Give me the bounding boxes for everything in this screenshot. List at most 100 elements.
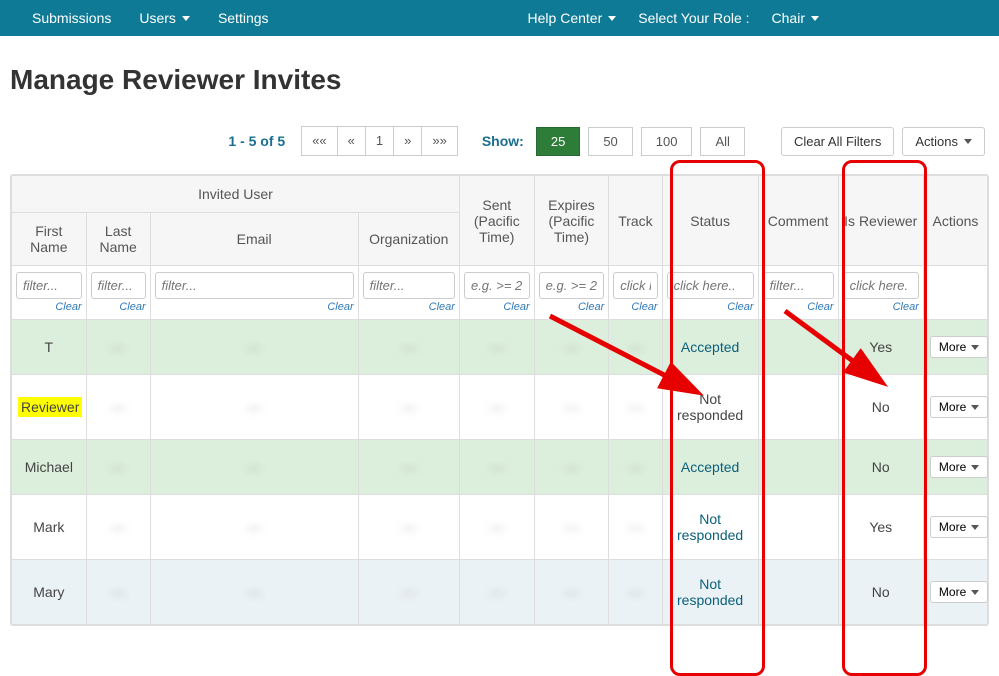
row-more-button[interactable]: More bbox=[930, 336, 988, 358]
cell-track: — bbox=[609, 560, 662, 625]
page-range: 1 - 5 of 5 bbox=[228, 133, 285, 149]
cell-comment bbox=[758, 495, 838, 560]
cell-expires: — bbox=[534, 440, 609, 495]
filter-sent[interactable] bbox=[464, 272, 530, 299]
filter-expires[interactable] bbox=[539, 272, 605, 299]
cell-organization: — bbox=[358, 440, 459, 495]
cell-comment bbox=[758, 560, 838, 625]
col-last-name[interactable]: Last Name bbox=[86, 213, 150, 266]
cell-status: Accepted bbox=[662, 440, 758, 495]
chevron-down-icon bbox=[971, 590, 979, 595]
show-all[interactable]: All bbox=[700, 127, 744, 156]
cell-last-name: — bbox=[86, 375, 150, 440]
nav-blank-2[interactable] bbox=[909, 10, 979, 26]
cell-email: — bbox=[150, 440, 358, 495]
clear-filter[interactable]: Clear bbox=[363, 301, 455, 313]
col-first-name[interactable]: First Name bbox=[12, 213, 87, 266]
cell-sent: — bbox=[459, 375, 534, 440]
pager-last[interactable]: »» bbox=[422, 126, 457, 156]
chevron-down-icon bbox=[964, 139, 972, 144]
nav-users-label: Users bbox=[139, 10, 176, 26]
col-organization[interactable]: Organization bbox=[358, 213, 459, 266]
cell-expires: — bbox=[534, 495, 609, 560]
col-sent[interactable]: Sent (Pacific Time) bbox=[459, 176, 534, 266]
table-row: T——————AcceptedYesMore bbox=[12, 320, 988, 375]
clear-filter[interactable]: Clear bbox=[539, 301, 605, 313]
clear-filter[interactable]: Clear bbox=[16, 301, 82, 313]
row-more-button[interactable]: More bbox=[930, 456, 988, 478]
cell-actions: More bbox=[923, 375, 987, 440]
filter-comment[interactable] bbox=[763, 272, 834, 299]
cell-expires: — bbox=[534, 375, 609, 440]
filter-organization[interactable] bbox=[363, 272, 455, 299]
chevron-down-icon bbox=[608, 16, 616, 21]
cell-sent: — bbox=[459, 320, 534, 375]
cell-last-name: — bbox=[86, 560, 150, 625]
cell-email: — bbox=[150, 320, 358, 375]
actions-dropdown[interactable]: Actions bbox=[902, 127, 985, 156]
col-email[interactable]: Email bbox=[150, 213, 358, 266]
nav-blank-1[interactable] bbox=[835, 10, 905, 26]
clear-filter[interactable]: Clear bbox=[464, 301, 530, 313]
pager-first[interactable]: «« bbox=[301, 126, 337, 156]
cell-email: — bbox=[150, 495, 358, 560]
col-expires[interactable]: Expires (Pacific Time) bbox=[534, 176, 609, 266]
nav-settings[interactable]: Settings bbox=[206, 2, 281, 34]
cell-organization: — bbox=[358, 375, 459, 440]
cell-organization: — bbox=[358, 560, 459, 625]
col-comment[interactable]: Comment bbox=[758, 176, 838, 266]
invites-table: Invited User Sent (Pacific Time) Expires… bbox=[11, 175, 988, 625]
chevron-down-icon bbox=[971, 525, 979, 530]
clear-filter[interactable]: Clear bbox=[763, 301, 834, 313]
col-track[interactable]: Track bbox=[609, 176, 662, 266]
filter-first-name[interactable] bbox=[16, 272, 82, 299]
cell-email: — bbox=[150, 375, 358, 440]
cell-status: Accepted bbox=[662, 320, 758, 375]
chevron-down-icon bbox=[182, 16, 190, 21]
pager: «« « 1 » »» bbox=[301, 126, 458, 156]
chevron-down-icon bbox=[971, 345, 979, 350]
filter-is-reviewer[interactable] bbox=[843, 272, 919, 299]
col-invited-user: Invited User bbox=[12, 176, 460, 213]
cell-is-reviewer: Yes bbox=[838, 320, 923, 375]
role-prompt: Select Your Role : bbox=[632, 10, 755, 26]
cell-status: Not responded bbox=[662, 495, 758, 560]
cell-actions: More bbox=[923, 440, 987, 495]
role-selector[interactable]: Chair bbox=[760, 2, 831, 34]
chevron-down-icon bbox=[811, 16, 819, 21]
cell-is-reviewer: Yes bbox=[838, 495, 923, 560]
filter-last-name[interactable] bbox=[91, 272, 146, 299]
clear-filter[interactable]: Clear bbox=[91, 301, 146, 313]
col-is-reviewer[interactable]: Is Reviewer bbox=[838, 176, 923, 266]
clear-all-filters-button[interactable]: Clear All Filters bbox=[781, 127, 894, 156]
row-more-button[interactable]: More bbox=[930, 516, 988, 538]
cell-is-reviewer: No bbox=[838, 375, 923, 440]
pager-page[interactable]: 1 bbox=[366, 126, 394, 156]
role-value: Chair bbox=[772, 10, 805, 26]
pager-prev[interactable]: « bbox=[338, 126, 366, 156]
cell-is-reviewer: No bbox=[838, 440, 923, 495]
nav-users[interactable]: Users bbox=[127, 2, 202, 34]
clear-filter[interactable]: Clear bbox=[667, 301, 754, 313]
filter-email[interactable] bbox=[155, 272, 354, 299]
top-nav: Submissions Users Settings Help Center S… bbox=[0, 0, 999, 36]
filter-track[interactable] bbox=[613, 272, 657, 299]
show-label: Show: bbox=[482, 133, 524, 149]
show-100[interactable]: 100 bbox=[641, 127, 693, 156]
nav-help-label: Help Center bbox=[528, 10, 603, 26]
cell-first-name: Michael bbox=[12, 440, 87, 495]
row-more-button[interactable]: More bbox=[930, 581, 988, 603]
pager-next[interactable]: » bbox=[394, 126, 422, 156]
show-50[interactable]: 50 bbox=[588, 127, 632, 156]
clear-filter[interactable]: Clear bbox=[843, 301, 919, 313]
nav-submissions[interactable]: Submissions bbox=[20, 2, 123, 34]
filter-status[interactable] bbox=[667, 272, 754, 299]
invites-tbody: T——————AcceptedYesMore Reviewer——————Not… bbox=[12, 320, 988, 625]
col-status[interactable]: Status bbox=[662, 176, 758, 266]
row-more-button[interactable]: More bbox=[930, 396, 988, 418]
clear-filter[interactable]: Clear bbox=[155, 301, 354, 313]
cell-actions: More bbox=[923, 320, 987, 375]
nav-help-center[interactable]: Help Center bbox=[516, 2, 629, 34]
show-25[interactable]: 25 bbox=[536, 127, 580, 156]
clear-filter[interactable]: Clear bbox=[613, 301, 657, 313]
